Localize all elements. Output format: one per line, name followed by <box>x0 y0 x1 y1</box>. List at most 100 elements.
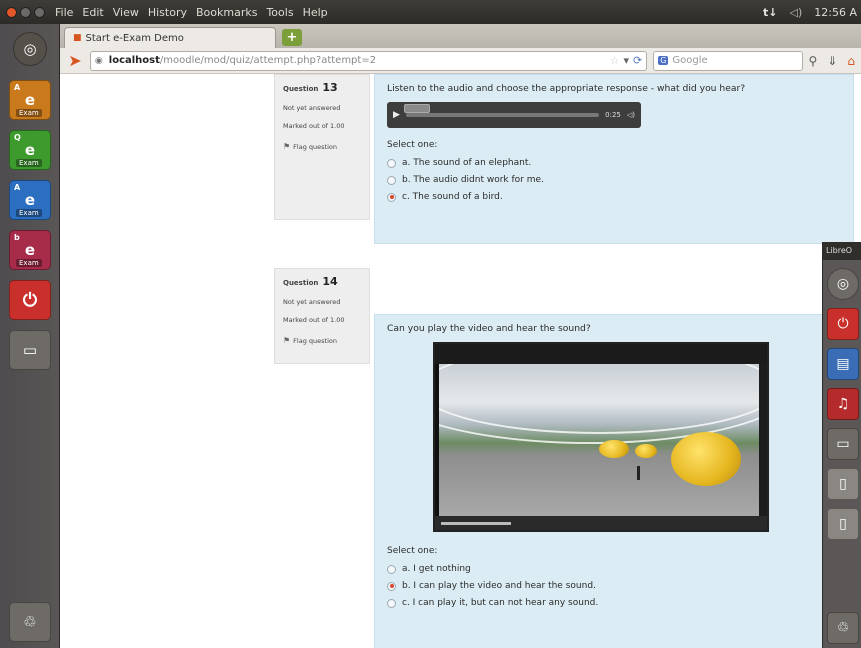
radio-button[interactable] <box>387 598 396 608</box>
question-label: Question <box>283 279 319 287</box>
browser-window: ■ Start e-Exam Demo + ➤ ◉ localhost/mood… <box>60 24 861 648</box>
question-body-14: Can you play the video and hear the soun… <box>374 314 854 648</box>
radio-button[interactable] <box>387 158 396 168</box>
flag-question-link[interactable]: ⚑ Flag question <box>283 142 361 151</box>
answer-option[interactable]: c. I can play it, but can not hear any s… <box>387 598 841 608</box>
exam-app-label: Exam <box>16 209 42 217</box>
page-content: Question 13 Not yet answered Marked out … <box>60 74 861 648</box>
trash-icon[interactable]: ♲ <box>9 602 51 642</box>
play-icon[interactable]: ▶ <box>393 110 400 120</box>
video-frame <box>439 364 759 516</box>
question-number: 13 <box>322 81 338 94</box>
exam-app-red-icon[interactable]: b e Exam <box>9 230 51 270</box>
workspace-switcher-icon[interactable]: ▭ <box>827 428 859 460</box>
secondary-launcher-title: LibreO <box>823 242 861 260</box>
trash-icon[interactable]: ♲ <box>827 612 859 644</box>
volume-icon[interactable]: ◁) <box>627 111 635 119</box>
media-app-icon[interactable]: ♫ <box>827 388 859 420</box>
yellow-sphere <box>635 444 657 458</box>
yellow-sphere <box>671 432 741 486</box>
option-label[interactable]: a. I get nothing <box>402 564 471 574</box>
exam-app-q-icon[interactable]: Q e Exam <box>9 130 51 170</box>
video-progress-bar[interactable] <box>441 522 511 525</box>
flag-question-label: Flag question <box>293 142 337 151</box>
option-label[interactable]: a. The sound of an elephant. <box>402 158 531 168</box>
radio-button-selected[interactable] <box>387 192 396 202</box>
radio-button-selected[interactable] <box>387 581 396 591</box>
menu-file[interactable]: File <box>55 6 73 19</box>
bookmark-star-icon[interactable]: ☆ <box>610 54 620 67</box>
tab-title: Start e-Exam Demo <box>85 32 184 44</box>
search-magnifier-icon[interactable]: ⚲ <box>809 54 818 68</box>
drive-icon[interactable]: ▯ <box>827 468 859 500</box>
video-side-toolbar <box>759 364 767 516</box>
back-arrow-icon[interactable]: ➤ <box>66 51 84 70</box>
exam-app-tag: A <box>14 83 21 92</box>
shutdown-icon[interactable]: ⏻ <box>827 308 859 340</box>
option-label[interactable]: b. I can play the video and hear the sou… <box>402 581 596 591</box>
site-identity-icon[interactable]: ◉ <box>95 56 103 66</box>
download-icon[interactable]: ⇓ <box>827 54 837 68</box>
workspace-switcher-icon[interactable]: ▭ <box>9 330 51 370</box>
menu-history[interactable]: History <box>148 6 187 19</box>
secondary-launcher: LibreO ◎ ⏻ ▤ ♫ ▭ ▯ ▯ ♲ <box>822 242 861 648</box>
avatar-figure <box>637 466 640 480</box>
question-text: Can you play the video and hear the soun… <box>387 323 591 334</box>
url-bar[interactable]: ◉ localhost/moodle/mod/quiz/attempt.php?… <box>89 50 648 71</box>
radio-button[interactable] <box>387 175 396 185</box>
option-label[interactable]: b. The audio didnt work for me. <box>402 175 544 185</box>
maximize-window-button[interactable] <box>34 6 45 18</box>
shutdown-icon[interactable]: ⏻ <box>9 280 51 320</box>
reload-icon[interactable]: ⟳ <box>633 54 642 67</box>
video-player[interactable] <box>433 342 769 532</box>
exam-app-blue-icon[interactable]: A e Exam <box>9 180 51 220</box>
exam-app-tag: b <box>14 233 20 242</box>
audio-seek-thumb[interactable] <box>403 104 430 113</box>
home-icon[interactable]: ⌂ <box>847 54 855 68</box>
dash-home-icon[interactable]: ◎ <box>13 32 47 66</box>
video-controls[interactable] <box>435 516 767 530</box>
exam-app-a-icon[interactable]: A e Exam <box>9 80 51 120</box>
question-mark: Marked out of 1.00 <box>283 316 345 324</box>
exam-app-glyph: e <box>24 191 36 209</box>
menu-help[interactable]: Help <box>303 6 328 19</box>
minimize-window-button[interactable] <box>20 6 31 18</box>
answer-option[interactable]: c. The sound of a bird. <box>387 192 841 202</box>
menu-edit[interactable]: Edit <box>82 6 103 19</box>
new-tab-button[interactable]: + <box>282 29 302 46</box>
select-one-label: Select one: <box>387 140 438 150</box>
question-info-14: Question 14 Not yet answered Marked out … <box>274 268 370 364</box>
google-engine-icon[interactable]: G <box>658 56 669 65</box>
exam-app-glyph: e <box>24 141 36 159</box>
yellow-sphere <box>599 440 629 458</box>
tab-start-e-exam[interactable]: ■ Start e-Exam Demo <box>64 27 276 48</box>
flag-question-label: Flag question <box>293 336 337 345</box>
option-label[interactable]: c. I can play it, but can not hear any s… <box>402 598 598 608</box>
document-app-icon[interactable]: ▤ <box>827 348 859 380</box>
dash-home-icon[interactable]: ◎ <box>827 268 859 300</box>
keyboard-indicator-icon[interactable]: t↓ <box>763 6 777 19</box>
exam-app-glyph: e <box>24 91 36 109</box>
menu-view[interactable]: View <box>113 6 139 19</box>
dropdown-icon[interactable]: ▾ <box>623 54 629 67</box>
url-path: /moodle/mod/quiz/attempt.php?attempt=2 <box>159 55 377 66</box>
radio-button[interactable] <box>387 564 396 574</box>
audio-player[interactable]: ▶ 0:25 ◁) <box>387 102 641 128</box>
answer-option[interactable]: b. The audio didnt work for me. <box>387 175 841 185</box>
option-label[interactable]: c. The sound of a bird. <box>402 192 503 202</box>
answer-option[interactable]: b. I can play the video and hear the sou… <box>387 581 841 591</box>
clock[interactable]: 12:56 A <box>814 6 857 19</box>
exam-app-tag: A <box>14 183 21 192</box>
drive-icon[interactable]: ▯ <box>827 508 859 540</box>
search-box[interactable]: G Google <box>653 50 803 71</box>
menu-bookmarks[interactable]: Bookmarks <box>196 6 257 19</box>
exam-app-tag: Q <box>14 133 21 142</box>
answer-option[interactable]: a. The sound of an elephant. <box>387 158 841 168</box>
navigation-bar: ➤ ◉ localhost/moodle/mod/quiz/attempt.ph… <box>60 48 861 74</box>
flag-question-link[interactable]: ⚑ Flag question <box>283 336 361 345</box>
menu-tools[interactable]: Tools <box>266 6 293 19</box>
audio-seek-bar[interactable] <box>403 104 600 117</box>
volume-icon[interactable]: ◁) <box>790 6 803 19</box>
answer-option[interactable]: a. I get nothing <box>387 564 841 574</box>
close-window-button[interactable] <box>6 6 17 18</box>
